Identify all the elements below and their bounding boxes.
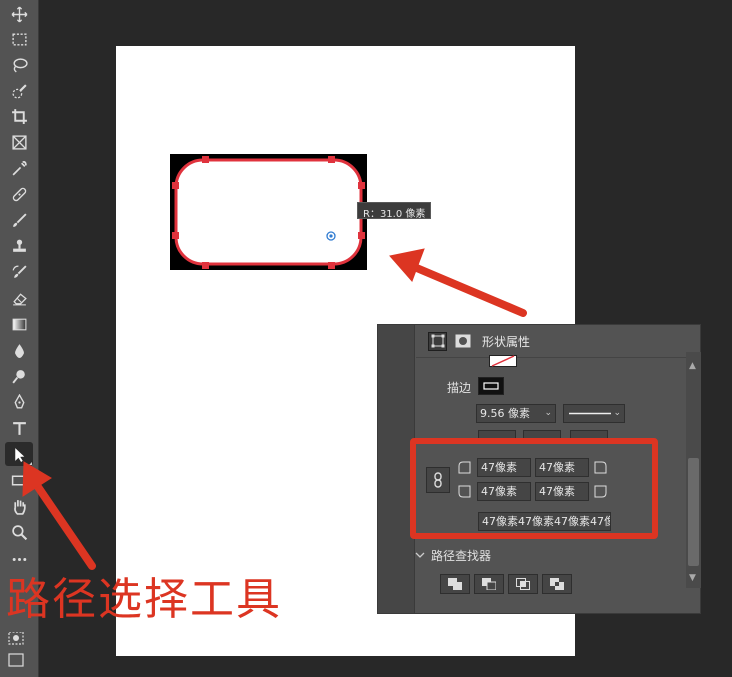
arrow-to-shape — [408, 262, 527, 317]
arrow-to-tool — [32, 480, 96, 570]
annotation-label: 路径选择工具 — [6, 574, 282, 625]
